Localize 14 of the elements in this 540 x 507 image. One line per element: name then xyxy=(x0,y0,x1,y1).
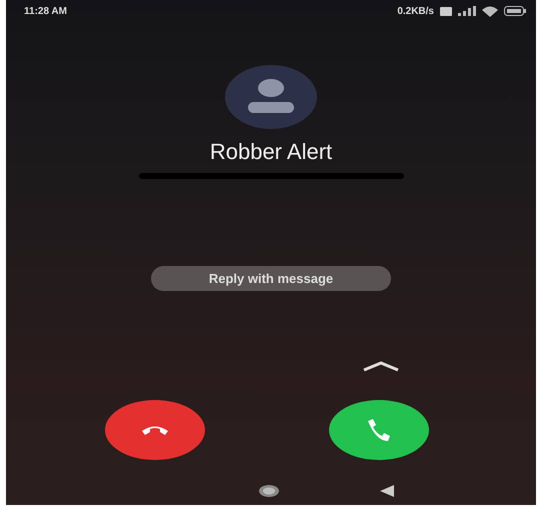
network-speed: 0.2KB/s xyxy=(397,6,434,16)
hang-up-icon xyxy=(142,426,168,434)
back-icon[interactable] xyxy=(380,485,394,497)
avatar-icon xyxy=(225,65,317,129)
volte-icon xyxy=(440,6,452,16)
battery-icon xyxy=(504,6,526,16)
signal-icon xyxy=(458,6,476,16)
home-icon[interactable] xyxy=(258,484,280,498)
wifi-icon xyxy=(482,6,498,16)
chevron-up-icon xyxy=(362,360,400,372)
status-time: 11:28 AM xyxy=(24,6,67,16)
caller-name: Robber Alert xyxy=(210,139,332,165)
phone-icon xyxy=(368,419,390,441)
reply-with-message-button[interactable]: Reply with message xyxy=(151,266,391,291)
